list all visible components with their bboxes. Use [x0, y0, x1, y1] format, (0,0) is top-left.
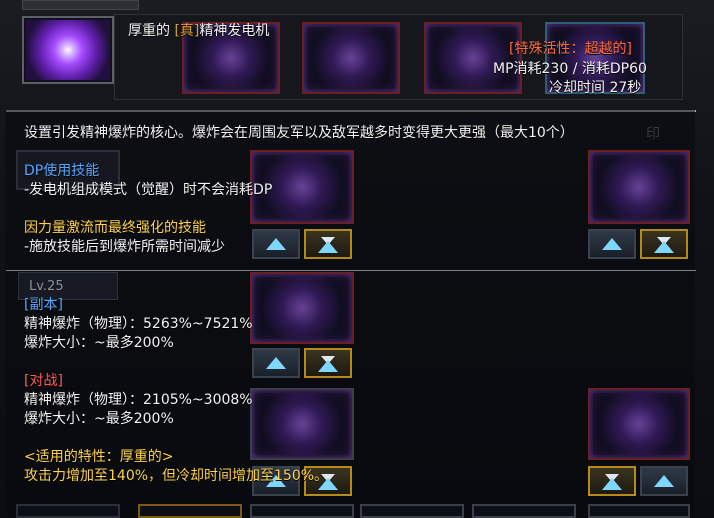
dp-section-line: -发电机组成模式（觉醒）时不会消耗DP — [24, 182, 273, 198]
up-arrow-icon — [266, 357, 286, 369]
trait-line: 攻击力增加至140%，但冷却时间增加至150%。 — [24, 468, 329, 484]
up-arrow-icon — [318, 241, 338, 254]
pvp-stat-2: 爆炸大小：~最多200% — [24, 411, 174, 427]
skill-slot-row2-a[interactable] — [250, 272, 354, 344]
cost-text: MP消耗230 / 消耗DP60 — [493, 61, 647, 77]
skill-title: 厚重的 [真]精神发电机 — [128, 22, 269, 41]
trait-title: <适用的特性：厚重的> — [24, 449, 174, 465]
special-activation-label: [特殊活性：超越的] — [509, 41, 632, 57]
skill-icon — [255, 393, 349, 455]
up-arrow-icon — [602, 238, 622, 250]
title-suffix: 精神发电机 — [199, 23, 270, 39]
bottom-cell — [360, 504, 464, 518]
level-down-button[interactable] — [304, 348, 352, 378]
bottom-cell — [472, 504, 576, 518]
level-up-button[interactable] — [588, 229, 636, 259]
pvp-stat-1: 精神爆炸（物理）：2105%~3008% — [24, 392, 253, 408]
dp-section-title: DP使用技能 — [24, 163, 100, 179]
level-down-button[interactable] — [588, 466, 636, 496]
cooldown-text: 冷却时间 27秒 — [549, 80, 642, 96]
psychic-generator-icon — [26, 20, 110, 80]
title-prefix: 厚重的 — [128, 23, 170, 39]
top-tab-edge — [22, 0, 139, 10]
skill-icon — [255, 277, 349, 339]
dungeon-stat-2: 爆炸大小：~最多200% — [24, 335, 174, 351]
level-up-button[interactable] — [252, 348, 300, 378]
skill-slot-row3-a[interactable] — [250, 388, 354, 460]
skill-slot-2[interactable] — [302, 22, 400, 94]
title-bracket: [真] — [174, 23, 200, 39]
bottom-cell — [250, 504, 354, 518]
skill-slot-3[interactable] — [424, 22, 522, 94]
skill-icon — [307, 27, 395, 89]
divider-middle — [6, 270, 696, 271]
up-arrow-icon — [266, 238, 286, 250]
skill-icon-main — [22, 16, 114, 84]
bottom-cell — [588, 504, 690, 518]
level-down-button[interactable] — [304, 229, 352, 259]
skill-description: 设置引发精神爆炸的核心。爆炸会在周围友军以及敌军越多时变得更大更强（最大10个） — [24, 125, 574, 141]
up-arrow-icon — [654, 475, 674, 487]
skill-icon — [593, 393, 685, 455]
level-up-button[interactable] — [640, 466, 688, 496]
skill-slot-row1-b[interactable] — [588, 150, 690, 224]
dp-section-line-2: -施放技能后到爆炸所需时间减少 — [24, 239, 226, 255]
bottom-cell — [138, 504, 242, 518]
pvp-tag: [对战] — [24, 373, 63, 389]
up-arrow-icon — [318, 360, 338, 373]
skill-slot-row3-b[interactable] — [588, 388, 690, 460]
up-arrow-icon — [654, 241, 674, 254]
level-down-button[interactable] — [640, 229, 688, 259]
skill-icon — [429, 27, 517, 89]
up-arrow-icon — [602, 478, 622, 491]
level-up-button[interactable] — [252, 229, 300, 259]
bottom-cell — [16, 504, 120, 518]
background-faint-text: 印 — [646, 126, 660, 142]
dungeon-stat-1: 精神爆炸（物理）：5263%~7521% — [24, 316, 253, 332]
skill-icon — [593, 155, 685, 219]
dungeon-tag: [副本] — [24, 297, 63, 313]
dp-section-subtitle: 因力量激流而最终强化的技能 — [24, 220, 206, 236]
